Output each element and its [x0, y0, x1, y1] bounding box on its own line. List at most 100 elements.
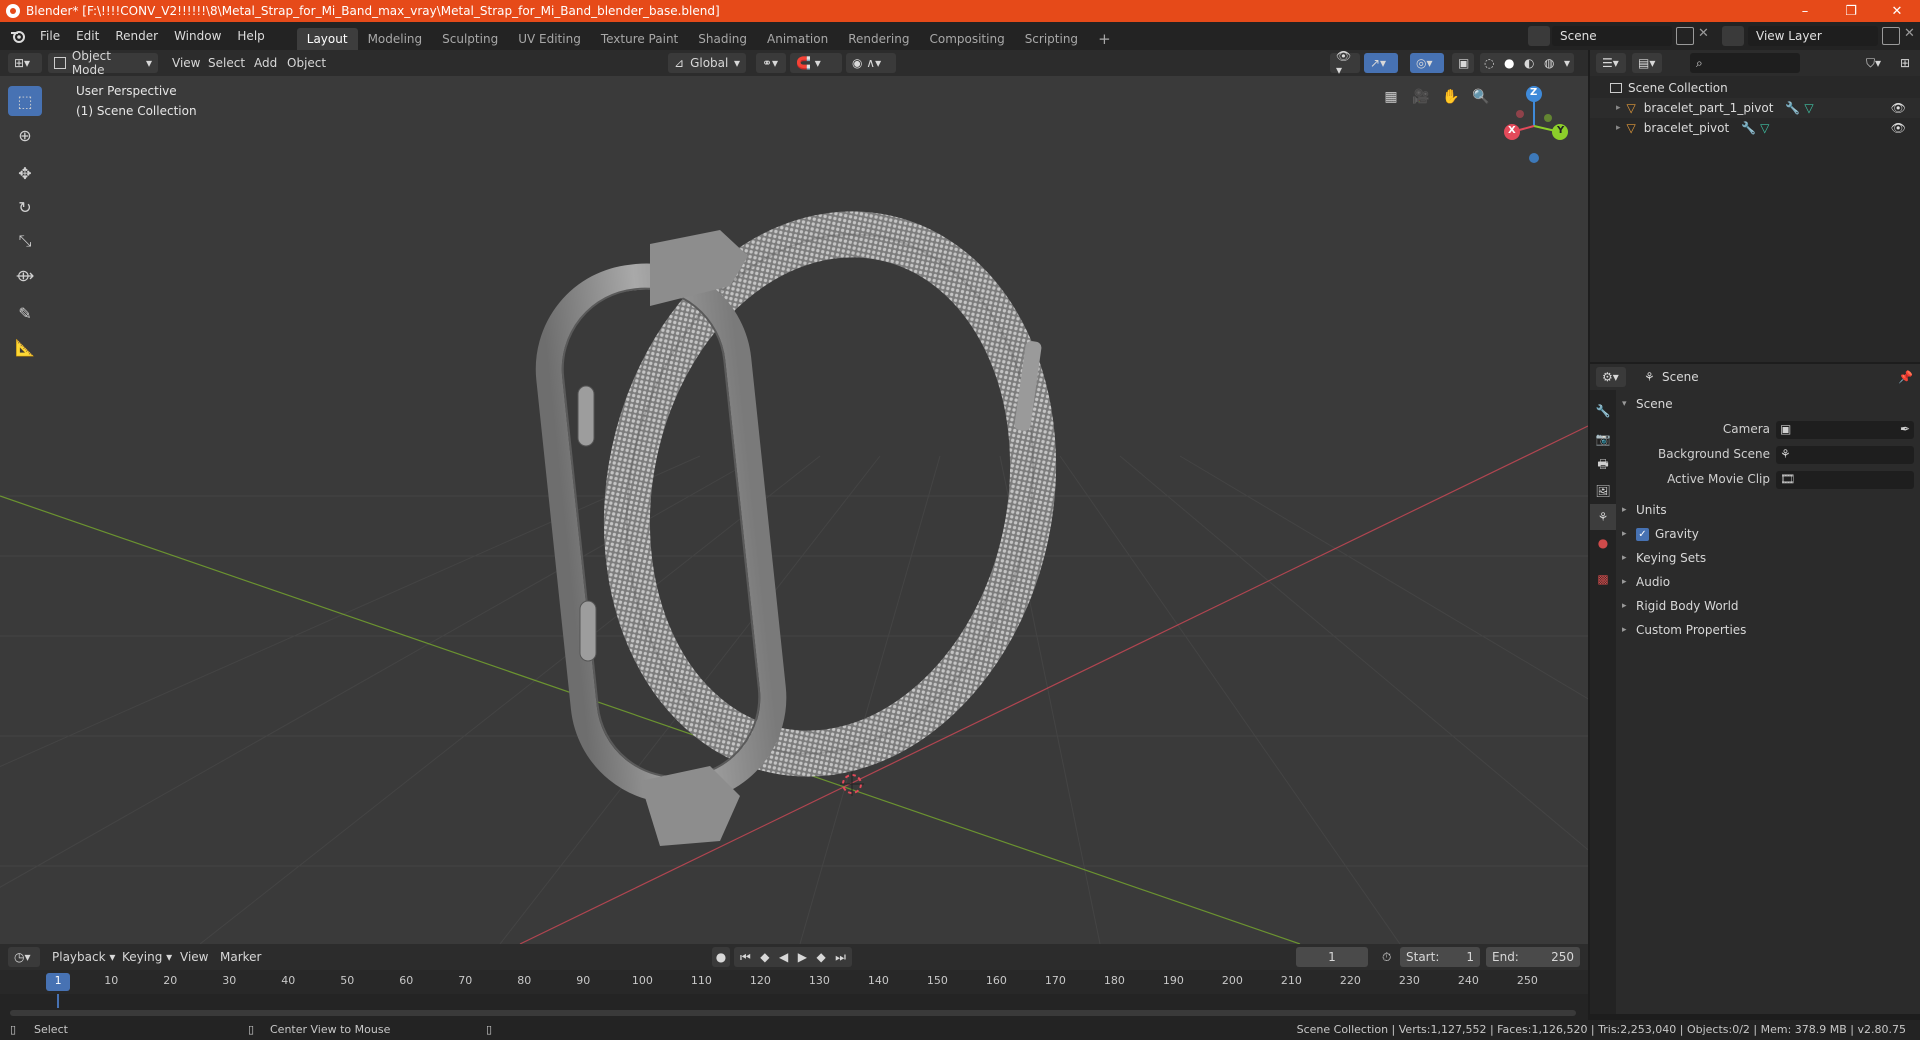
- scene-name-field[interactable]: Scene: [1552, 26, 1672, 46]
- menu-playback[interactable]: Playback ▾: [46, 947, 121, 967]
- transform-orientation-dropdown[interactable]: ⊿ Global ▾: [668, 53, 746, 73]
- solid-shading-icon[interactable]: ●: [1504, 56, 1514, 70]
- modifier-wrench-icon[interactable]: 🔧: [1785, 101, 1800, 115]
- object-mode-dropdown[interactable]: Object Mode ▾: [48, 49, 158, 77]
- menu-timeline-view[interactable]: View: [174, 947, 214, 967]
- next-keyframe-icon[interactable]: ◆: [816, 950, 825, 964]
- end-frame-field[interactable]: End: 250: [1486, 947, 1580, 967]
- tab-uv-editing[interactable]: UV Editing: [508, 28, 591, 50]
- timeline-editor-type-icon[interactable]: ◷▾: [8, 947, 40, 967]
- eye-icon[interactable]: 👁: [1891, 101, 1906, 115]
- menu-view[interactable]: View: [166, 53, 206, 73]
- pin-icon[interactable]: 📌: [1892, 367, 1919, 387]
- tab-rendering[interactable]: Rendering: [838, 28, 919, 50]
- play-reverse-icon[interactable]: ◀: [779, 950, 788, 964]
- remove-scene-icon[interactable]: ✕: [1698, 26, 1709, 41]
- world-tab-icon[interactable]: ●: [1590, 530, 1616, 556]
- show-gizmo-icon[interactable]: ↗▾: [1364, 53, 1398, 73]
- blender-menu-icon[interactable]: [0, 22, 32, 50]
- active-movie-clip-field[interactable]: 🎞: [1776, 471, 1914, 489]
- annotate-tool-icon[interactable]: ✎: [8, 298, 42, 328]
- modifier-wrench-icon[interactable]: 🔧: [1741, 121, 1756, 135]
- mesh-data-icon[interactable]: ▽: [1760, 121, 1769, 135]
- move-tool-icon[interactable]: ✥: [8, 158, 42, 188]
- new-collection-icon[interactable]: ⊞: [1894, 53, 1916, 73]
- background-scene-field[interactable]: ⚘: [1776, 446, 1914, 464]
- view-layer-field[interactable]: View Layer: [1748, 26, 1878, 46]
- pan-view-icon[interactable]: ✋: [1440, 86, 1462, 108]
- gravity-panel-header[interactable]: ▸ ✓ Gravity: [1622, 522, 1912, 546]
- play-icon[interactable]: ▶: [798, 950, 807, 964]
- output-tab-icon[interactable]: 🖶: [1590, 452, 1616, 478]
- measure-tool-icon[interactable]: 📐: [8, 332, 42, 362]
- menu-render[interactable]: Render: [107, 22, 166, 50]
- zoom-view-icon[interactable]: 🔍: [1470, 86, 1492, 108]
- rotate-tool-icon[interactable]: ↻: [8, 192, 42, 222]
- tab-animation[interactable]: Animation: [757, 28, 838, 50]
- outliner-search-input[interactable]: ⌕: [1690, 53, 1800, 73]
- eyedropper-icon[interactable]: ✒: [1900, 422, 1910, 436]
- expand-arrow-icon[interactable]: ▸: [1616, 123, 1621, 133]
- rigid-body-world-panel-header[interactable]: ▸ Rigid Body World: [1622, 594, 1912, 618]
- menu-file[interactable]: File: [32, 22, 68, 50]
- timeline-track[interactable]: [0, 994, 1588, 1020]
- select-box-tool-icon[interactable]: ⬚: [8, 86, 42, 116]
- tab-layout[interactable]: Layout: [296, 28, 358, 50]
- menu-marker[interactable]: Marker: [214, 947, 267, 967]
- record-button[interactable]: ●: [712, 947, 730, 967]
- snap-toggle-icon[interactable]: 🧲 ▾: [790, 53, 842, 73]
- close-button[interactable]: ✕: [1874, 0, 1920, 22]
- gravity-checkbox[interactable]: ✓: [1636, 527, 1649, 541]
- add-workspace-button[interactable]: +: [1088, 28, 1121, 50]
- units-panel-header[interactable]: ▸ Units: [1622, 498, 1912, 522]
- audio-panel-header[interactable]: ▸ Audio: [1622, 570, 1912, 594]
- view-layer-selector-icon[interactable]: [1722, 26, 1744, 46]
- menu-select[interactable]: Select: [202, 53, 251, 73]
- xray-toggle-icon[interactable]: ▣: [1452, 53, 1474, 73]
- outliner-editor-type-icon[interactable]: ☰▾: [1596, 53, 1626, 73]
- scene-selector-icon[interactable]: [1528, 26, 1550, 46]
- material-shading-icon[interactable]: ◐: [1524, 56, 1534, 70]
- show-overlays-icon[interactable]: ◎▾: [1410, 53, 1444, 73]
- mesh-data-icon[interactable]: ▽: [1804, 101, 1813, 115]
- menu-add[interactable]: Add: [248, 53, 283, 73]
- outliner-item[interactable]: ▸ ▽ bracelet_pivot 🔧 ▽ 👁: [1590, 118, 1920, 138]
- new-scene-icon[interactable]: [1676, 27, 1694, 45]
- tab-modeling[interactable]: Modeling: [358, 28, 433, 50]
- stopwatch-icon[interactable]: ⏱: [1376, 947, 1397, 967]
- scene-section-header[interactable]: ▾ Scene: [1622, 392, 1912, 416]
- jump-end-icon[interactable]: ⏭: [835, 950, 846, 965]
- menu-object[interactable]: Object: [281, 53, 332, 73]
- remove-view-layer-icon[interactable]: ✕: [1904, 26, 1915, 41]
- outliner-item[interactable]: ▸ ▽ bracelet_part_1_pivot 🔧 ▽ 👁: [1590, 98, 1920, 118]
- tool-tab-icon[interactable]: 🔧: [1590, 396, 1616, 426]
- proportional-edit-icon[interactable]: ◉ ∧▾: [846, 53, 896, 73]
- scale-tool-icon[interactable]: ⤡: [8, 226, 42, 256]
- current-frame-field[interactable]: 1: [1296, 947, 1368, 967]
- expand-arrow-icon[interactable]: ▸: [1616, 103, 1621, 113]
- cursor-tool-icon[interactable]: ⊕: [8, 120, 42, 150]
- tab-sculpting[interactable]: Sculpting: [432, 28, 508, 50]
- 3d-viewport[interactable]: User Perspective (1) Scene Collection ▦ …: [0, 76, 1588, 944]
- editor-type-icon[interactable]: ⊞▾: [8, 53, 42, 73]
- minimize-button[interactable]: –: [1782, 0, 1828, 22]
- start-frame-field[interactable]: Start: 1: [1400, 947, 1480, 967]
- view-layer-tab-icon[interactable]: 🖼: [1590, 478, 1616, 504]
- texture-tab-icon[interactable]: ▩: [1590, 562, 1616, 596]
- menu-help[interactable]: Help: [229, 22, 272, 50]
- custom-properties-panel-header[interactable]: ▸ Custom Properties: [1622, 618, 1912, 642]
- maximize-button[interactable]: ❐: [1828, 0, 1874, 22]
- tab-scripting[interactable]: Scripting: [1015, 28, 1088, 50]
- visibility-selectable-icon[interactable]: 👁▾: [1330, 49, 1360, 77]
- outliner-root-row[interactable]: Scene Collection: [1590, 78, 1920, 98]
- keying-sets-panel-header[interactable]: ▸ Keying Sets: [1622, 546, 1912, 570]
- timeline-scrollbar[interactable]: [10, 1010, 1576, 1016]
- scene-tab-icon[interactable]: ⚘: [1590, 504, 1616, 530]
- rendered-shading-icon[interactable]: ◍: [1544, 56, 1554, 70]
- tab-texture-paint[interactable]: Texture Paint: [591, 28, 688, 50]
- prev-keyframe-icon[interactable]: ◆: [760, 950, 769, 964]
- toggle-ortho-icon[interactable]: ▦: [1380, 86, 1402, 108]
- wireframe-shading-icon[interactable]: ◌: [1484, 56, 1494, 70]
- new-view-layer-icon[interactable]: [1882, 27, 1900, 45]
- camera-field[interactable]: ▣ ✒: [1776, 421, 1914, 439]
